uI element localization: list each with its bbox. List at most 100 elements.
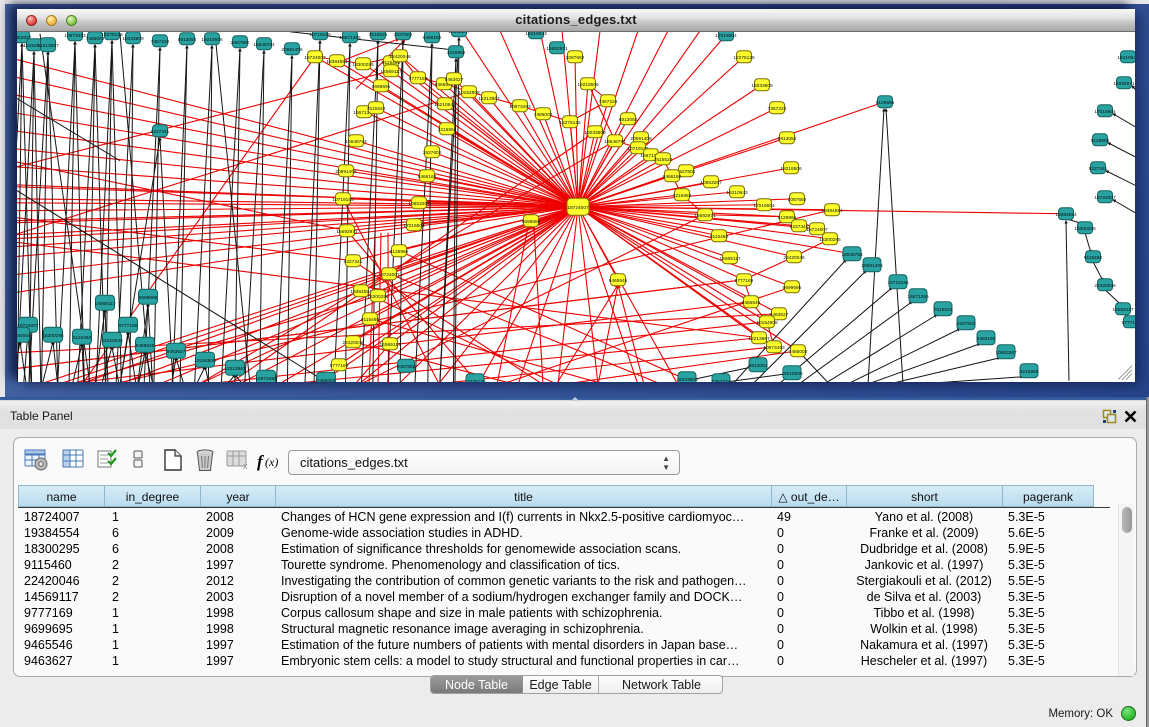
svg-text:16033809: 16033809 bbox=[122, 35, 144, 41]
svg-text:19384554: 19384554 bbox=[326, 58, 348, 64]
svg-text:22420046: 22420046 bbox=[342, 339, 364, 345]
svg-text:8813054: 8813054 bbox=[178, 36, 197, 42]
svg-text:17016504: 17016504 bbox=[403, 222, 425, 228]
svg-text:14569117: 14569117 bbox=[1113, 306, 1134, 312]
svg-text:16210643: 16210643 bbox=[1117, 54, 1135, 60]
svg-text:1527602: 1527602 bbox=[957, 320, 976, 326]
svg-text:10719155: 10719155 bbox=[887, 279, 909, 285]
svg-text:18300295: 18300295 bbox=[367, 293, 389, 299]
svg-text:16648784: 16648784 bbox=[604, 138, 626, 144]
svg-text:17016504: 17016504 bbox=[1094, 108, 1116, 114]
svg-text:16648784: 16648784 bbox=[253, 41, 275, 47]
svg-text:7515524: 7515524 bbox=[934, 306, 953, 312]
svg-text:6466160: 6466160 bbox=[418, 173, 437, 179]
svg-text:14569117: 14569117 bbox=[381, 68, 402, 74]
svg-text:16033809: 16033809 bbox=[751, 82, 773, 88]
svg-text:22420046: 22420046 bbox=[101, 337, 123, 343]
svg-text:9463627: 9463627 bbox=[167, 348, 186, 354]
svg-text:9699695: 9699695 bbox=[139, 294, 158, 300]
svg-text:3215958: 3215958 bbox=[673, 192, 692, 198]
svg-text:9129966: 9129966 bbox=[876, 99, 895, 105]
svg-text:2087682: 2087682 bbox=[788, 196, 807, 202]
svg-text:12275125: 12275125 bbox=[464, 378, 486, 381]
svg-text:9463627: 9463627 bbox=[445, 76, 464, 82]
svg-text:2087682: 2087682 bbox=[231, 39, 250, 45]
svg-text:7515524: 7515524 bbox=[367, 105, 386, 111]
svg-text:8813054: 8813054 bbox=[778, 135, 797, 141]
svg-text:19384554: 19384554 bbox=[17, 332, 31, 338]
svg-text:16033809: 16033809 bbox=[676, 376, 698, 381]
svg-text:19218506: 19218506 bbox=[577, 81, 599, 87]
svg-text:20691406: 20691406 bbox=[861, 262, 883, 268]
svg-text:16033809: 16033809 bbox=[584, 129, 606, 135]
svg-text:9227341: 9227341 bbox=[344, 258, 363, 264]
svg-text:6466160: 6466160 bbox=[423, 34, 442, 40]
svg-text:10653267: 10653267 bbox=[408, 200, 430, 206]
svg-text:9777169: 9777169 bbox=[409, 75, 428, 81]
svg-text:7485003: 7485003 bbox=[534, 111, 553, 117]
svg-text:8813054: 8813054 bbox=[749, 362, 768, 368]
svg-text:22420046: 22420046 bbox=[1094, 282, 1116, 288]
svg-text:7357224: 7357224 bbox=[768, 105, 787, 111]
svg-text:10154808: 10154808 bbox=[458, 89, 480, 95]
svg-text:3215958: 3215958 bbox=[447, 49, 466, 55]
svg-text:10973493: 10973493 bbox=[64, 32, 86, 38]
svg-text:7357224: 7357224 bbox=[151, 38, 170, 44]
svg-text:9699695: 9699695 bbox=[522, 218, 541, 224]
svg-text:10154808: 10154808 bbox=[194, 357, 216, 363]
svg-text:7515524: 7515524 bbox=[654, 156, 673, 162]
svg-text:9777169: 9777169 bbox=[1122, 319, 1135, 325]
svg-text:9777169: 9777169 bbox=[330, 362, 349, 368]
svg-text:1527602: 1527602 bbox=[423, 149, 442, 155]
svg-text:9465546: 9465546 bbox=[742, 299, 761, 305]
svg-text:15692971: 15692971 bbox=[336, 228, 358, 234]
svg-text:18300295: 18300295 bbox=[352, 61, 374, 67]
svg-text:2087682: 2087682 bbox=[566, 54, 585, 60]
svg-text:18300295: 18300295 bbox=[42, 332, 64, 338]
svg-text:18724007: 18724007 bbox=[378, 271, 400, 277]
svg-text:6466160: 6466160 bbox=[977, 335, 996, 341]
svg-text:1527602: 1527602 bbox=[394, 32, 413, 38]
svg-text:16648784: 16648784 bbox=[345, 138, 367, 144]
svg-text:9115460: 9115460 bbox=[710, 233, 729, 239]
svg-text:10653267: 10653267 bbox=[995, 349, 1017, 355]
svg-text:9699695: 9699695 bbox=[783, 284, 802, 290]
svg-text:12213967: 12213967 bbox=[37, 42, 59, 48]
svg-text:12275125: 12275125 bbox=[733, 54, 755, 60]
svg-text:18724007: 18724007 bbox=[1094, 194, 1116, 200]
svg-text:9777169: 9777169 bbox=[735, 277, 754, 283]
svg-text:7485003: 7485003 bbox=[317, 377, 336, 381]
svg-text:18724007: 18724007 bbox=[806, 226, 828, 232]
svg-text:10653267: 10653267 bbox=[448, 32, 470, 35]
svg-text:22420046: 22420046 bbox=[783, 254, 805, 260]
svg-text:18300295: 18300295 bbox=[819, 236, 841, 242]
svg-text:8813054: 8813054 bbox=[619, 116, 638, 122]
svg-text:10973493: 10973493 bbox=[509, 103, 531, 109]
svg-text:9227341: 9227341 bbox=[151, 128, 170, 134]
svg-text:7357224: 7357224 bbox=[599, 98, 618, 104]
svg-text:19384554: 19384554 bbox=[821, 207, 843, 213]
svg-text:9115460: 9115460 bbox=[1084, 254, 1103, 260]
svg-text:(x): (x) bbox=[265, 455, 278, 469]
svg-text:9129966: 9129966 bbox=[1091, 137, 1110, 143]
svg-text:16210643: 16210643 bbox=[726, 189, 748, 195]
svg-text:22420046: 22420046 bbox=[389, 53, 411, 59]
svg-text:2087682: 2087682 bbox=[397, 363, 416, 369]
svg-text:19218506: 19218506 bbox=[780, 165, 802, 171]
svg-text:7357224: 7357224 bbox=[712, 378, 731, 381]
svg-text:20691406: 20691406 bbox=[281, 46, 303, 52]
svg-text:16648784: 16648784 bbox=[841, 251, 863, 257]
svg-text:3215958: 3215958 bbox=[1020, 368, 1039, 374]
svg-text:17016504: 17016504 bbox=[715, 32, 737, 38]
svg-text:12275125: 12275125 bbox=[101, 32, 123, 38]
svg-text:10973493: 10973493 bbox=[255, 375, 277, 381]
svg-text:9465546: 9465546 bbox=[136, 342, 155, 348]
svg-text:12213967: 12213967 bbox=[224, 365, 246, 371]
svg-text:7515524: 7515524 bbox=[369, 32, 388, 38]
svg-text:18724007: 18724007 bbox=[304, 54, 326, 60]
svg-text:14569117: 14569117 bbox=[720, 255, 741, 261]
svg-text:12213967: 12213967 bbox=[748, 335, 770, 341]
svg-text:9129966: 9129966 bbox=[390, 248, 409, 254]
svg-text:7485003: 7485003 bbox=[789, 348, 808, 354]
svg-text:3215958: 3215958 bbox=[438, 126, 457, 132]
